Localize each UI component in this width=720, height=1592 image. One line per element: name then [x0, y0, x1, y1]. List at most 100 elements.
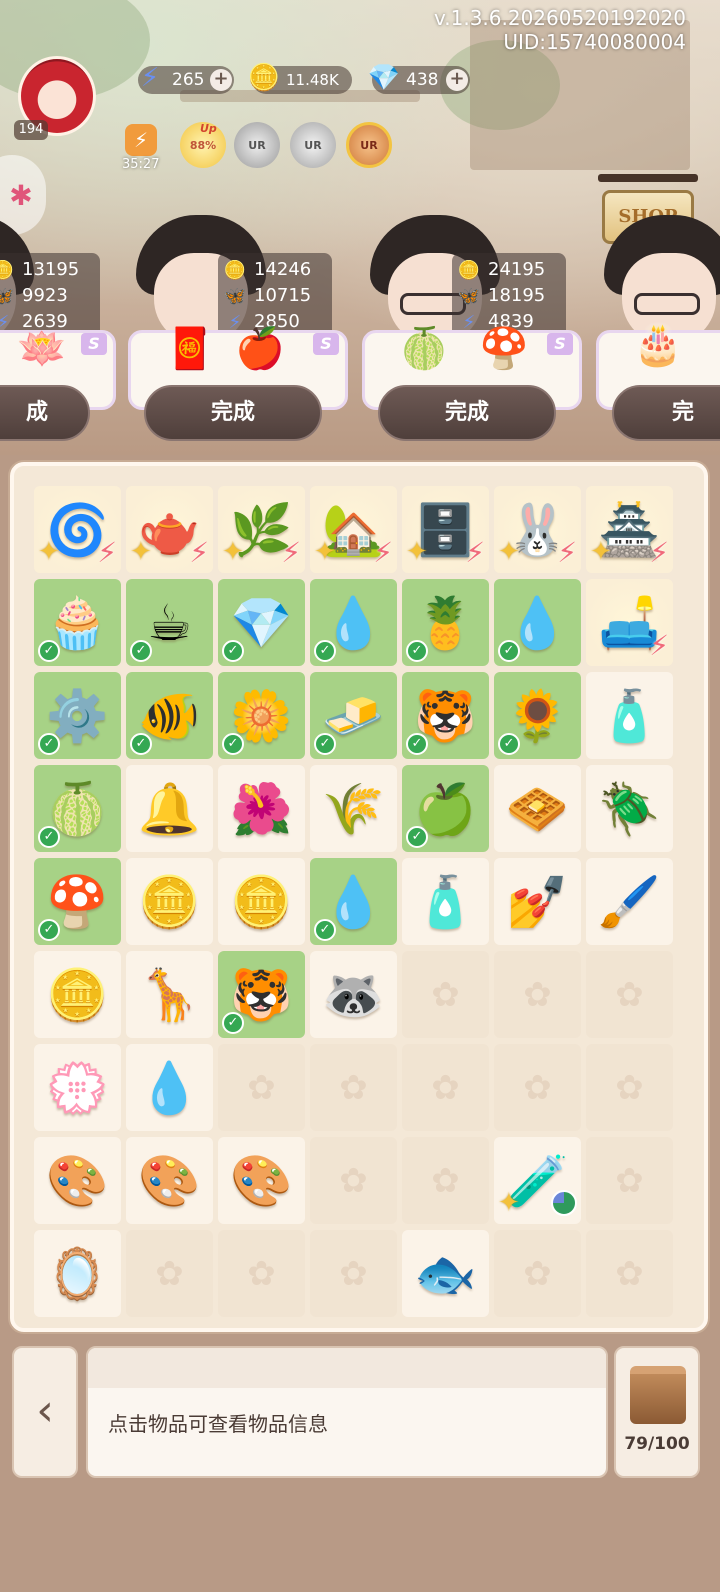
merge-item-icon: 💧 — [322, 872, 385, 931]
ur-card-badge-2[interactable]: UR — [290, 122, 336, 168]
board-cell-item[interactable]: 🎨 — [126, 1137, 213, 1224]
merge-item-icon: 💮 — [46, 1058, 109, 1117]
board-cell-item[interactable]: 🌼 ✓ — [218, 672, 305, 759]
board-cell-item[interactable]: 🪙 — [218, 858, 305, 945]
board-cell-empty[interactable]: ✿ — [402, 1137, 489, 1224]
board-cell-item[interactable]: 🎨 — [34, 1137, 121, 1224]
board-cell-empty[interactable]: ✿ — [586, 1137, 673, 1224]
board-cell-item[interactable]: 🛋️ ⚡ — [586, 579, 673, 666]
board-cell-item[interactable]: 💧 ✓ — [494, 579, 581, 666]
add-gem-button[interactable]: + — [446, 69, 468, 91]
board-cell-item[interactable]: 🗄️ ✦ ⚡ — [402, 486, 489, 573]
board-cell-empty[interactable]: ✿ — [494, 1044, 581, 1131]
box-icon — [630, 1366, 686, 1424]
board-cell-item[interactable]: 💧 ✓ — [310, 579, 397, 666]
board-cell-item[interactable]: ☕ ✓ — [126, 579, 213, 666]
board-cell-item[interactable]: 🦝 — [310, 951, 397, 1038]
complete-order-button[interactable]: 完成 — [378, 385, 556, 441]
board-cell-item[interactable]: 🔔 — [126, 765, 213, 852]
board-cell-item[interactable]: 🪲 — [586, 765, 673, 852]
ur-label-1: UR — [248, 138, 266, 152]
board-cell-item[interactable]: 🍄 ✓ — [34, 858, 121, 945]
board-cell-item[interactable]: 🧪 ✦ — [494, 1137, 581, 1224]
board-cell-item[interactable]: 🌺 — [218, 765, 305, 852]
customer-order-4[interactable]: 🎂 完 — [590, 215, 720, 445]
board-cell-item[interactable]: 🫖 ✦ ⚡ — [126, 486, 213, 573]
order-item-icon: 🍎 — [235, 326, 285, 372]
complete-order-button[interactable]: 完 — [612, 385, 720, 441]
board-cell-item[interactable]: 🖌️ — [586, 858, 673, 945]
board-cell-item[interactable]: 💎 ✓ — [218, 579, 305, 666]
board-cell-empty[interactable]: ✿ — [586, 1230, 673, 1317]
board-cell-item[interactable]: ⚙️ ✓ — [34, 672, 121, 759]
butterfly-icon: 🦋 — [223, 286, 247, 307]
flower-placeholder-icon: ✿ — [523, 1253, 552, 1294]
board-cell-item[interactable]: 🍈 ✓ — [34, 765, 121, 852]
customer-order-2[interactable]: 🪙 14246 🦋 10715 ⚡ 2850 S 🧧 🍎 完成 — [122, 215, 354, 445]
board-cell-item[interactable]: 🐟 — [402, 1230, 489, 1317]
board-cell-empty[interactable]: ✿ — [218, 1230, 305, 1317]
flower-placeholder-icon: ✿ — [615, 1160, 644, 1201]
gem-counter[interactable]: 💎 438 + — [368, 64, 470, 94]
board-cell-item[interactable]: 💅 — [494, 858, 581, 945]
player-level-badge: 194 — [14, 120, 48, 140]
merge-item-icon: 💧 — [322, 593, 385, 652]
merge-item-icon: ⚙️ — [46, 686, 109, 745]
board-cell-item[interactable]: 🪙 — [126, 858, 213, 945]
ur-card-badge-3[interactable]: UR — [346, 122, 392, 168]
board-cell-item[interactable]: 🐯 ✓ — [218, 951, 305, 1038]
board-cell-empty[interactable]: ✿ — [402, 1044, 489, 1131]
board-cell-empty[interactable]: ✿ — [310, 1137, 397, 1224]
board-cell-empty[interactable]: ✿ — [310, 1044, 397, 1131]
board-cell-item[interactable]: 🧁 ✓ — [34, 579, 121, 666]
coin-counter[interactable]: 🪙 11.48K — [248, 64, 352, 94]
board-cell-empty[interactable]: ✿ — [494, 951, 581, 1038]
coin-icon: 🪙 — [457, 260, 481, 281]
flower-placeholder-icon: ✿ — [431, 974, 460, 1015]
customer-order-3[interactable]: 🪙 24195 🦋 18195 ⚡ 4839 S 🍈 🍄 完成 — [356, 215, 588, 445]
board-cell-empty[interactable]: ✿ — [586, 951, 673, 1038]
board-cell-empty[interactable]: ✿ — [586, 1044, 673, 1131]
board-cell-item[interactable]: 🐠 ✓ — [126, 672, 213, 759]
sparkle-icon: ✦ — [130, 537, 152, 567]
board-cell-empty[interactable]: ✿ — [218, 1044, 305, 1131]
board-cell-empty[interactable]: ✿ — [402, 951, 489, 1038]
board-cell-item[interactable]: 🌿 ✦ ⚡ — [218, 486, 305, 573]
board-cell-item[interactable]: 🌀 ✦ ⚡ — [34, 486, 121, 573]
rank-tag: S — [547, 333, 573, 355]
board-cell-item[interactable]: 🧈 ✓ — [310, 672, 397, 759]
back-button[interactable]: ‹ — [12, 1346, 78, 1478]
board-cell-item[interactable]: 💧 — [126, 1044, 213, 1131]
board-cell-empty[interactable]: ✿ — [126, 1230, 213, 1317]
board-cell-empty[interactable]: ✿ — [310, 1230, 397, 1317]
customer-order-1[interactable]: 🪙 13195 🦋 9923 ⚡ 2639 S 🪷 成 — [0, 215, 122, 445]
energy-refill-icon[interactable]: ⚡ — [125, 124, 157, 156]
board-cell-item[interactable]: 🏡 ✦ ⚡ — [310, 486, 397, 573]
storage-button[interactable]: 79/100 — [614, 1346, 700, 1478]
board-cell-item[interactable]: 🍏 ✓ — [402, 765, 489, 852]
complete-order-button[interactable]: 成 — [0, 385, 90, 441]
board-cell-item[interactable]: 🐯 ✓ — [402, 672, 489, 759]
board-cell-item[interactable]: 🌻 ✓ — [494, 672, 581, 759]
board-cell-item[interactable]: 🎨 — [218, 1137, 305, 1224]
board-cell-item[interactable]: 🪙 — [34, 951, 121, 1038]
board-cell-item[interactable]: 🧴 — [586, 672, 673, 759]
complete-order-button[interactable]: 完成 — [144, 385, 322, 441]
board-cell-item[interactable]: 🐰 ✦ ⚡ — [494, 486, 581, 573]
board-cell-empty[interactable]: ✿ — [494, 1230, 581, 1317]
board-cell-item[interactable]: 🏯 ✦ ⚡ — [586, 486, 673, 573]
energy-timer: 35:27 — [122, 157, 160, 172]
energy-counter[interactable]: ⚡ 265 + — [138, 64, 234, 94]
ur-card-badge-1[interactable]: UR — [234, 122, 280, 168]
board-cell-item[interactable]: 🌾 — [310, 765, 397, 852]
board-cell-item[interactable]: 🧴 — [402, 858, 489, 945]
board-cell-item[interactable]: 🍍 ✓ — [402, 579, 489, 666]
energy-bolt-icon: ⚡ — [649, 629, 669, 662]
board-cell-item[interactable]: 💧 ✓ — [310, 858, 397, 945]
merge-item-icon: 🌺 — [230, 779, 293, 838]
board-cell-item[interactable]: 🧇 — [494, 765, 581, 852]
board-cell-item[interactable]: 🪞 — [34, 1230, 121, 1317]
board-cell-item[interactable]: 💮 — [34, 1044, 121, 1131]
add-energy-button[interactable]: + — [210, 69, 232, 91]
board-cell-item[interactable]: 🦒 — [126, 951, 213, 1038]
